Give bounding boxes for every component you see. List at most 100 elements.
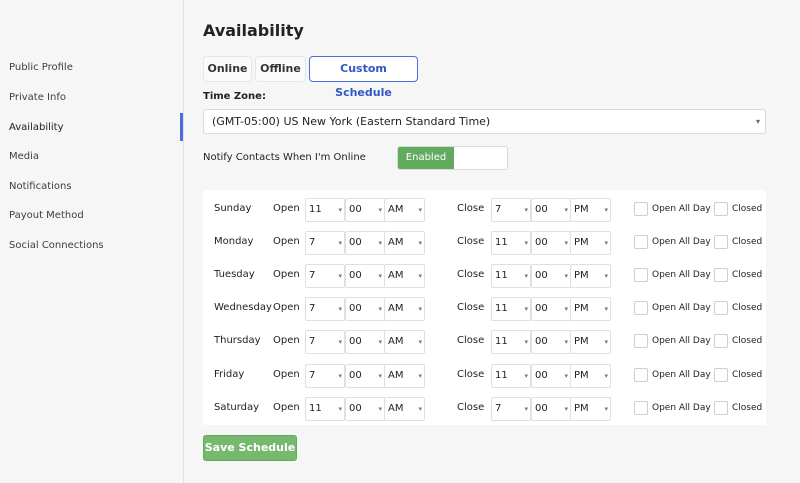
close-hour-select[interactable]: 7 ▾: [491, 198, 531, 222]
tab-custom-schedule[interactable]: Custom Schedule: [309, 56, 418, 99]
close-ampm-select[interactable]: PM ▾: [570, 264, 611, 288]
close-hour-select[interactable]: 11 ▾: [491, 231, 531, 255]
open-minute-select[interactable]: 00 ▾: [345, 231, 385, 255]
open-hour-value: 11: [309, 403, 322, 414]
close-minute-select[interactable]: 00 ▾: [531, 364, 571, 388]
chevron-down-icon: ▾: [418, 338, 422, 346]
chevron-down-icon: ▾: [564, 239, 568, 247]
open-ampm-value: AM: [388, 303, 404, 314]
chevron-down-icon: ▾: [338, 405, 342, 413]
open-all-day-label: Open All Day: [652, 303, 711, 313]
open-ampm-select[interactable]: AM ▾: [384, 397, 425, 421]
open-minute-select[interactable]: 00 ▾: [345, 297, 385, 321]
close-minute-select[interactable]: 00 ▾: [531, 264, 571, 288]
open-ampm-select[interactable]: AM ▾: [384, 364, 425, 388]
open-hour-select[interactable]: 11 ▾: [305, 397, 345, 421]
sidebar-item-media[interactable]: Media: [9, 151, 39, 162]
open-minute-value: 00: [349, 403, 362, 414]
closed-checkbox[interactable]: [714, 235, 728, 249]
tab-online[interactable]: Online: [203, 56, 252, 82]
open-all-day-checkbox[interactable]: [634, 268, 648, 282]
open-all-day-checkbox[interactable]: [634, 368, 648, 382]
close-hour-select[interactable]: 11 ▾: [491, 330, 531, 354]
chevron-down-icon: ▾: [418, 405, 422, 413]
open-all-day-label: Open All Day: [652, 237, 711, 247]
open-minute-select[interactable]: 00 ▾: [345, 397, 385, 421]
open-hour-select[interactable]: 7 ▾: [305, 231, 345, 255]
open-hour-value: 11: [309, 204, 322, 215]
open-ampm-select[interactable]: AM ▾: [384, 330, 425, 354]
open-all-day-checkbox[interactable]: [634, 202, 648, 216]
close-minute-select[interactable]: 00 ▾: [531, 231, 571, 255]
close-ampm-select[interactable]: PM ▾: [570, 364, 611, 388]
close-minute-select[interactable]: 00 ▾: [531, 198, 571, 222]
chevron-down-icon: ▾: [524, 239, 528, 247]
open-all-day-checkbox[interactable]: [634, 334, 648, 348]
close-minute-select[interactable]: 00 ▾: [531, 397, 571, 421]
close-ampm-select[interactable]: PM ▾: [570, 198, 611, 222]
open-hour-select[interactable]: 11 ▾: [305, 198, 345, 222]
open-label: Open: [273, 402, 300, 413]
closed-checkbox[interactable]: [714, 301, 728, 315]
open-minute-select[interactable]: 00 ▾: [345, 364, 385, 388]
sidebar-item-social-connections[interactable]: Social Connections: [9, 240, 104, 251]
open-ampm-select[interactable]: AM ▾: [384, 231, 425, 255]
timezone-value: (GMT-05:00) US New York (Eastern Standar…: [212, 115, 491, 128]
open-hour-select[interactable]: 7 ▾: [305, 330, 345, 354]
open-all-day-checkbox[interactable]: [634, 235, 648, 249]
close-label: Close: [457, 269, 485, 280]
save-schedule-button[interactable]: Save Schedule: [203, 435, 297, 461]
open-hour-select[interactable]: 7 ▾: [305, 364, 345, 388]
close-ampm-value: PM: [574, 204, 589, 215]
close-hour-select[interactable]: 11 ▾: [491, 297, 531, 321]
closed-checkbox[interactable]: [714, 202, 728, 216]
notify-toggle[interactable]: Enabled: [397, 146, 508, 170]
open-ampm-select[interactable]: AM ▾: [384, 297, 425, 321]
timezone-select[interactable]: (GMT-05:00) US New York (Eastern Standar…: [203, 109, 766, 134]
closed-checkbox[interactable]: [714, 268, 728, 282]
open-minute-select[interactable]: 00 ▾: [345, 330, 385, 354]
close-hour-select[interactable]: 7 ▾: [491, 397, 531, 421]
open-hour-select[interactable]: 7 ▾: [305, 264, 345, 288]
close-ampm-value: PM: [574, 237, 589, 248]
sidebar-item-availability[interactable]: Availability: [9, 122, 64, 133]
close-hour-select[interactable]: 11 ▾: [491, 264, 531, 288]
close-hour-select[interactable]: 11 ▾: [491, 364, 531, 388]
open-minute-value: 00: [349, 303, 362, 314]
open-hour-value: 7: [309, 303, 316, 314]
close-minute-select[interactable]: 00 ▾: [531, 297, 571, 321]
closed-label: Closed: [732, 303, 763, 313]
open-ampm-select[interactable]: AM ▾: [384, 264, 425, 288]
open-minute-select[interactable]: 00 ▾: [345, 198, 385, 222]
sidebar-item-payout-method[interactable]: Payout Method: [9, 210, 84, 221]
schedule-row: Saturday Open 11 ▾ 00 ▾ AM ▾ Close 7 ▾ 00 ▾ PM ▾ Open A…: [203, 397, 766, 421]
close-ampm-select[interactable]: PM ▾: [570, 231, 611, 255]
chevron-down-icon: ▾: [378, 272, 382, 280]
tab-offline[interactable]: Offline: [255, 56, 306, 82]
open-minute-select[interactable]: 00 ▾: [345, 264, 385, 288]
open-all-day-checkbox[interactable]: [634, 301, 648, 315]
open-minute-value: 00: [349, 336, 362, 347]
day-label: Wednesday: [214, 302, 272, 313]
chevron-down-icon: ▾: [418, 372, 422, 380]
close-ampm-select[interactable]: PM ▾: [570, 297, 611, 321]
day-label: Monday: [214, 236, 254, 247]
close-ampm-select[interactable]: PM ▾: [570, 397, 611, 421]
close-hour-value: 11: [495, 336, 508, 347]
close-ampm-select[interactable]: PM ▾: [570, 330, 611, 354]
sidebar-active-indicator: [180, 113, 183, 141]
sidebar-item-private-info[interactable]: Private Info: [9, 92, 66, 103]
close-minute-select[interactable]: 00 ▾: [531, 330, 571, 354]
chevron-down-icon: ▾: [604, 372, 608, 380]
open-all-day-checkbox[interactable]: [634, 401, 648, 415]
schedule-row: Monday Open 7 ▾ 00 ▾ AM ▾ Close 11 ▾ 00 ▾ PM ▾ Open All…: [203, 231, 766, 255]
closed-checkbox[interactable]: [714, 401, 728, 415]
chevron-down-icon: ▾: [755, 117, 760, 126]
sidebar-item-public-profile[interactable]: Public Profile: [9, 62, 73, 73]
closed-checkbox[interactable]: [714, 334, 728, 348]
open-ampm-select[interactable]: AM ▾: [384, 198, 425, 222]
day-label: Tuesday: [214, 269, 255, 280]
open-hour-select[interactable]: 7 ▾: [305, 297, 345, 321]
closed-checkbox[interactable]: [714, 368, 728, 382]
sidebar-item-notifications[interactable]: Notifications: [9, 181, 72, 192]
